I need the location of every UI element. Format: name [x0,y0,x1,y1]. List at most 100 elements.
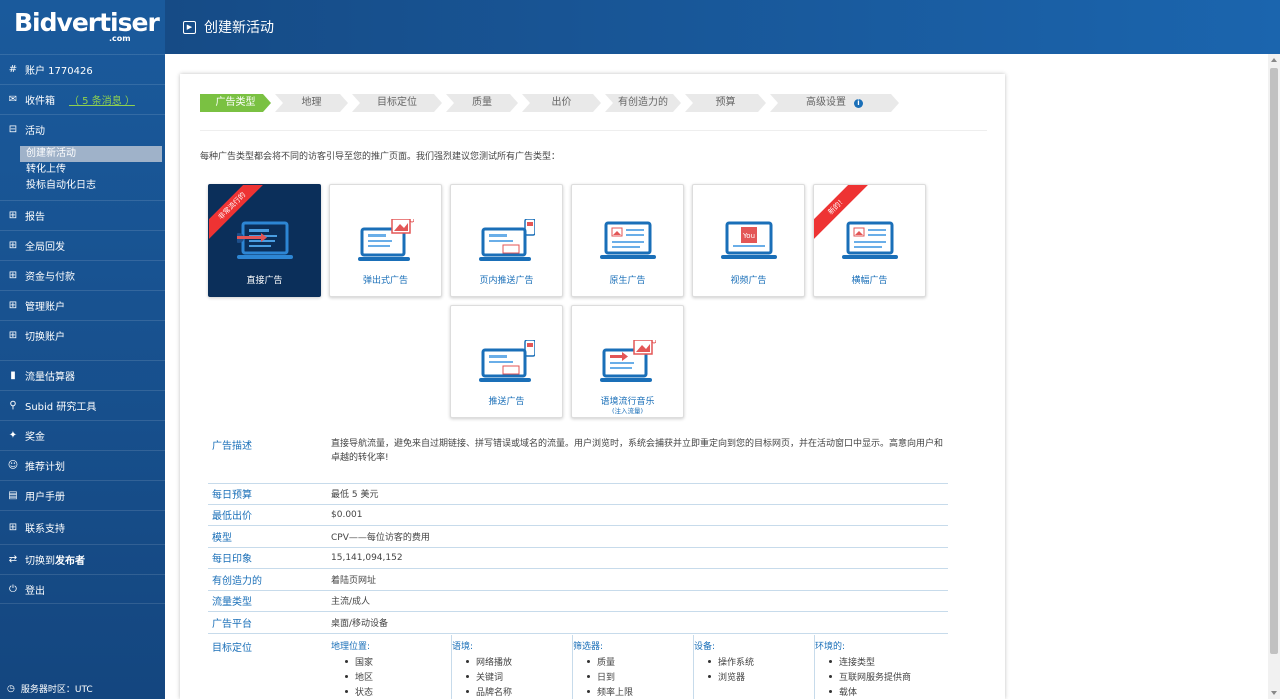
laptop-push-icon [479,219,535,261]
ad-type-popunder[interactable]: 弹出式广告 [329,184,442,297]
ad-type-inpage-push[interactable]: 页内推送广告 [450,184,563,297]
nav-funds[interactable]: ⊞ 资金与付款 [0,260,165,290]
nav-separator [0,350,165,360]
laptop-contextual-icon [600,340,656,382]
nav-traffic-estimator[interactable]: ▮ 流量估算器 [0,360,165,390]
page-title: 创建新活动 [204,20,274,36]
ad-type-native[interactable]: 原生广告 [571,184,684,297]
table-row: 流量类型 主流/成人 [208,591,948,612]
ad-type-push[interactable]: 推送广告 [450,305,563,418]
nav-switch-publisher[interactable]: ⇄ 切换到 发布者 [0,544,165,574]
list-item: 浏览器 [708,670,814,685]
ad-type-label: 推送广告 [488,397,525,407]
expand-icon: ⊞ [8,240,18,251]
inbox-count-link[interactable]: （ 5 条消息 ） [69,92,135,107]
nav-traffic-estimator-label: 流量估算器 [25,372,75,383]
nav-support-label: 联系支持 [25,524,65,535]
param-value: 15,141,094,152 [331,552,403,563]
wizard-steps: 广告类型 地理 目标定位 质量 出价 有创造力的 预算 高级设置 i [200,94,903,112]
scrollbar-thumb[interactable] [1270,68,1278,654]
gift-icon: ✦ [8,430,18,441]
step-geo[interactable]: 地理 [275,94,348,112]
list-item: 日到 [587,670,693,685]
ad-type-banner[interactable]: 新的！ 横幅广告 [813,184,926,297]
nav-manual[interactable]: ▤ 用户手册 [0,480,165,510]
scroll-up-arrow[interactable] [1271,58,1277,62]
list-item: 地区 [345,670,451,685]
nav-campaigns[interactable]: ⊟ 活动 [0,114,165,144]
nav-inbox-label: 收件箱 [25,96,55,107]
campaign-card: 广告类型 地理 目标定位 质量 出价 有创造力的 预算 高级设置 i 每种广告类型… [180,74,1005,699]
step-budget[interactable]: 预算 [685,94,766,112]
nav-subid-tool[interactable]: ⚲ Subid 研究工具 [0,390,165,420]
logo[interactable]: Bidvertiser .com [0,0,165,54]
step-quality[interactable]: 质量 [446,94,518,112]
nav-reports[interactable]: ⊞ 报告 [0,200,165,230]
param-value: CPV——每位访客的费用 [331,532,430,543]
nav-manual-label: 用户手册 [25,492,65,503]
targeting-col-title: 设备: [694,642,716,652]
targeting-col-title: 环境的: [815,642,846,652]
info-icon[interactable]: i [854,99,863,108]
nav-referral-label: 推荐计划 [25,462,65,473]
ad-type-contextual-pop[interactable]: 语境流行音乐 (注入流量) [571,305,684,418]
divider [200,130,987,131]
nav-switch-account-label: 切换账户 [25,332,65,343]
list-item: 关键词 [466,670,572,685]
table-row: 每日印象 15,141,094,152 [208,548,948,569]
expand-icon: ⊞ [8,210,18,221]
targeting-col-title: 语境: [452,642,474,652]
nav-support[interactable]: ⊞ 联系支持 [0,510,165,544]
nav-global-postback[interactable]: ⊞ 全局回发 [0,230,165,260]
param-value: 最低 5 美元 [331,490,379,501]
targeting-col-device: 设备: 操作系统 浏览器 [694,635,815,699]
ad-type-direct[interactable]: 非常流行的 直接广告 [208,184,321,297]
play-square-icon: ▶ [183,20,196,34]
nav-manage-account-label: 管理账户 [25,302,65,313]
nav-reports-label: 报告 [25,212,45,223]
laptop-banner-icon [842,221,898,259]
top-bar: ▶ 创建新活动 [165,0,1280,54]
step-targeting[interactable]: 目标定位 [352,94,442,112]
nav-create-campaign[interactable]: 创建新活动 [20,146,162,162]
scrollbar[interactable] [1268,54,1280,699]
nav-logout-label: 登出 [25,585,45,597]
step-advanced-label: 高级设置 [806,97,846,108]
scroll-down-arrow[interactable] [1271,691,1277,695]
list-item: 品牌名称 [466,685,572,699]
step-ad-type[interactable]: 广告类型 [200,94,271,112]
list-item: 状态 [345,685,451,699]
laptop-popup-icon [358,219,414,261]
targeting-col-title: 筛选器: [573,642,604,652]
intro-text: 每种广告类型都会将不同的访客引导至您的推广页面。我们强烈建议您测试所有广告类型： [200,152,561,162]
nav-referral[interactable]: ☺ 推荐计划 [0,450,165,480]
nav-account[interactable]: # 账户 1770426 [0,54,165,84]
ad-params-table: 每日预算 最低 5 美元 最低出价 $0.001 模型 CPV——每位访客的费用 每日… [208,483,948,634]
search-icon: ⚲ [9,400,17,411]
list-item: 载体 [829,685,936,699]
step-creative[interactable]: 有创造力的 [605,94,681,112]
ad-type-video[interactable]: You 视频广告 [692,184,805,297]
ad-type-label: 横幅广告 [851,276,888,286]
nav-inbox[interactable]: ✉ 收件箱 （ 5 条消息 ） [0,84,165,114]
ad-type-sublabel: (注入流量) [611,407,644,415]
nav-switch-publisher-prefix: 切换到 [25,556,55,567]
collapse-icon: ⊟ [8,124,18,135]
step-bid[interactable]: 出价 [522,94,601,112]
param-key: 最低出价 [212,511,252,523]
hash-icon: # [8,64,18,75]
nav-account-label: 账户 1770426 [25,66,93,77]
list-item: 操作系统 [708,655,814,670]
ad-type-label: 原生广告 [609,276,646,286]
targeting-col-context: 语境: 网络播放 关键词 品牌名称 [452,635,573,699]
nav-switch-account[interactable]: ⊞ 切换账户 [0,320,165,350]
step-advanced[interactable]: 高级设置 i [770,94,899,112]
nav-awards[interactable]: ✦ 奖金 [0,420,165,450]
nav-conversion-upload[interactable]: 转化上传 [20,162,165,178]
ad-type-label: 页内推送广告 [479,276,534,286]
nav-logout[interactable]: ⏻ 登出 [0,574,165,604]
sidebar: Bidvertiser .com # 账户 1770426 ✉ 收件箱 （ 5 条消息… [0,0,165,699]
nav-bid-automation-log[interactable]: 投标自动化日志 [20,178,165,194]
nav-manage-account[interactable]: ⊞ 管理账户 [0,290,165,320]
clock-icon: ◷ [7,683,15,694]
